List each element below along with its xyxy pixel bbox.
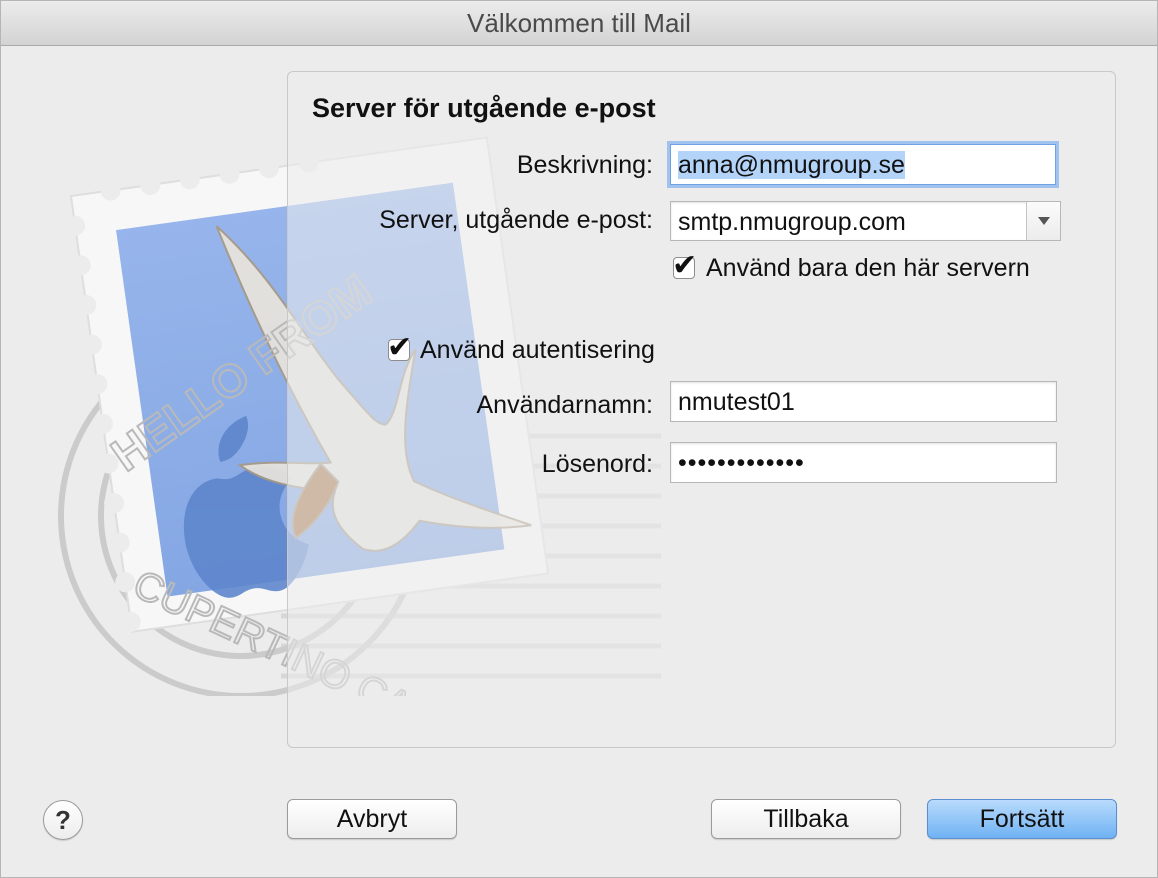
- username-value: nmutest01: [678, 388, 795, 416]
- checkmark-icon: ✔: [387, 331, 413, 364]
- outgoing-server-combobox[interactable]: smtp.nmugroup.com: [670, 201, 1061, 241]
- help-button[interactable]: ?: [43, 800, 83, 840]
- chevron-down-icon[interactable]: [1026, 202, 1060, 240]
- setup-assistant-window: Välkommen till Mail HELLO FROM CUPERTINO…: [0, 0, 1158, 878]
- outgoing-server-label: Server, utgående e-post:: [379, 206, 653, 234]
- page-title: Server för utgående e-post: [312, 93, 656, 123]
- password-field[interactable]: •••••••••••••: [670, 442, 1057, 483]
- window-title: Välkommen till Mail: [1, 1, 1157, 46]
- password-label: Lösenord:: [541, 450, 653, 478]
- continue-button[interactable]: Fortsätt: [927, 799, 1117, 839]
- username-label: Användarnamn:: [476, 391, 653, 419]
- description-value: anna@nmugroup.se: [678, 151, 905, 179]
- password-value: •••••••••••••: [678, 449, 805, 477]
- only-this-server-label: Använd bara den här servern: [706, 254, 1030, 282]
- use-authentication-label: Använd autentisering: [420, 336, 655, 364]
- back-button[interactable]: Tillbaka: [711, 799, 901, 839]
- cancel-button[interactable]: Avbryt: [287, 799, 457, 839]
- only-this-server-checkbox[interactable]: ✔: [672, 249, 697, 282]
- description-label: Beskrivning:: [516, 151, 653, 179]
- use-authentication-checkbox[interactable]: ✔: [387, 331, 412, 364]
- description-field[interactable]: anna@nmugroup.se: [670, 144, 1056, 185]
- outgoing-server-value: smtp.nmugroup.com: [678, 208, 906, 236]
- checkmark-icon: ✔: [672, 249, 698, 282]
- username-field[interactable]: nmutest01: [670, 381, 1057, 422]
